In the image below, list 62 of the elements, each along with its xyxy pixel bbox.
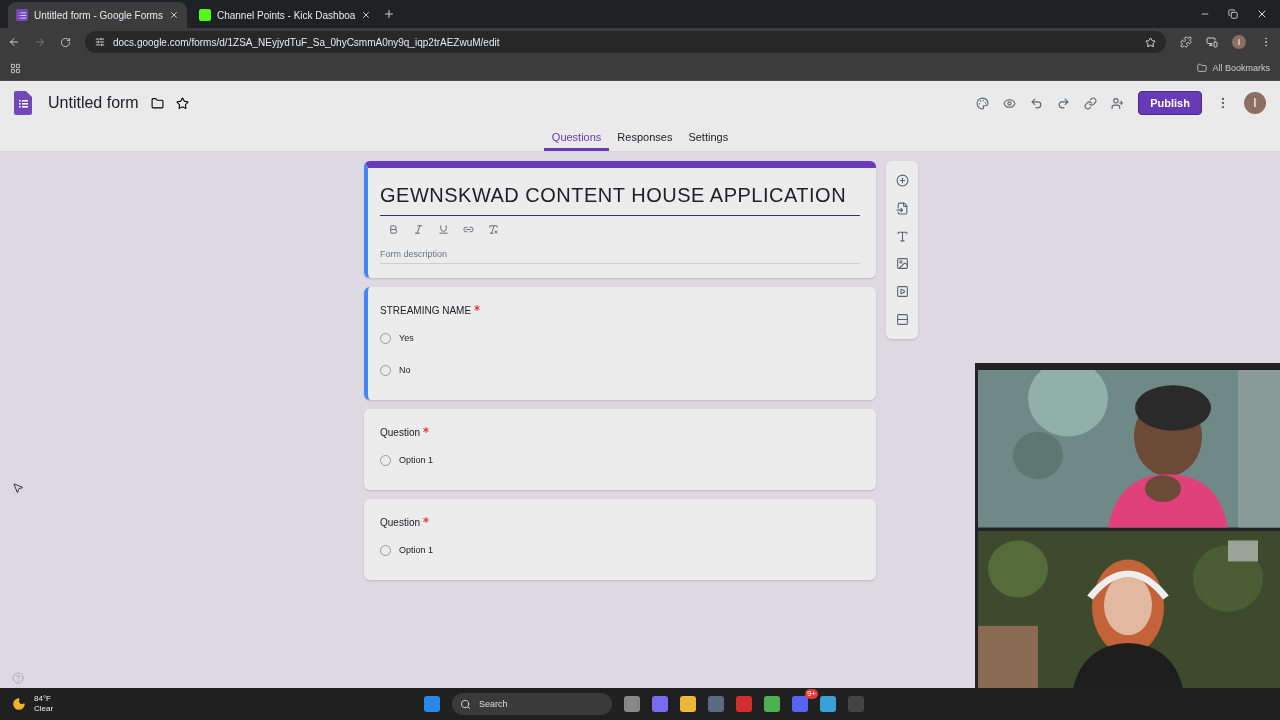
browser-tab[interactable]: Channel Points - Kick Dashboa [190, 2, 380, 28]
form-tab[interactable]: Settings [680, 125, 737, 151]
option-label: Yes [399, 333, 414, 343]
question-title: STREAMING NAME [380, 305, 472, 316]
link-icon[interactable] [463, 224, 474, 235]
new-tab-icon[interactable] [383, 8, 396, 20]
import-icon[interactable] [895, 202, 909, 215]
form-name[interactable]: Untitled form [48, 94, 139, 112]
section-icon[interactable] [895, 312, 909, 326]
question-card[interactable]: STREAMING NAME Yes No [364, 287, 876, 400]
add-icon[interactable] [895, 174, 909, 188]
forms-logo-icon [14, 91, 32, 115]
question-card[interactable]: Question Option 1 [364, 409, 876, 490]
question-title: Question [380, 427, 421, 438]
publish-button[interactable]: Publish [1138, 91, 1202, 115]
profile-avatar[interactable]: I [1232, 35, 1246, 49]
question-card[interactable]: Question Option 1 [364, 499, 876, 580]
clear-formatting-icon[interactable] [488, 224, 499, 235]
undo-icon[interactable] [1030, 96, 1043, 110]
option-label: Option 1 [399, 545, 434, 555]
form-tab[interactable]: Questions [543, 125, 610, 151]
moon-icon [12, 697, 26, 711]
description-field[interactable]: Form description [380, 243, 860, 264]
temperature: 84°F [34, 694, 52, 704]
bookmark-star-icon[interactable] [1145, 36, 1156, 48]
preview-icon[interactable] [1003, 96, 1016, 110]
italic-icon[interactable] [413, 224, 424, 235]
weather-condition: Clear [34, 704, 54, 714]
close-icon[interactable] [361, 10, 372, 20]
back-icon[interactable] [8, 36, 20, 48]
option-label: No [399, 365, 411, 375]
text-icon[interactable] [895, 229, 909, 243]
taskbar-search[interactable]: Search [452, 693, 612, 715]
add-person-icon[interactable] [1111, 96, 1124, 110]
question-title: Question [380, 517, 421, 528]
notification-badge: 9+ [804, 689, 818, 699]
restore-icon[interactable] [1228, 9, 1238, 19]
close-icon[interactable] [1256, 8, 1268, 20]
star-icon[interactable] [175, 96, 189, 110]
address-bar[interactable]: docs.google.com/forms/d/1ZSA_NEyjydTuF_Sa_0hyCsmmA0ny9q_iqp2trAEZwuM/edit [85, 31, 1166, 53]
link-icon[interactable] [1084, 96, 1097, 110]
site-settings-icon[interactable] [95, 37, 105, 47]
list-icon [16, 9, 28, 21]
screen-search-icon[interactable] [1206, 36, 1218, 48]
apps-icon[interactable] [10, 62, 21, 74]
account-avatar[interactable]: I [1244, 92, 1266, 114]
close-icon[interactable] [168, 10, 179, 20]
cursor-icon [12, 482, 24, 494]
redo-icon[interactable] [1057, 96, 1070, 110]
palette-icon[interactable] [976, 96, 989, 110]
browser-tab[interactable]: Untitled form - Google Forms [8, 2, 187, 28]
search-icon [460, 698, 471, 710]
form-title[interactable]: GEWNSKWAD CONTENT HOUSE APPLICATION [380, 184, 860, 216]
image-icon[interactable] [895, 257, 909, 271]
underline-icon[interactable] [438, 224, 449, 235]
bold-icon[interactable] [388, 224, 399, 235]
option-label: Option 1 [399, 455, 434, 465]
all-bookmarks[interactable]: All Bookmarks [1197, 63, 1270, 73]
reload-icon[interactable] [60, 36, 71, 48]
extensions-icon[interactable] [1180, 36, 1192, 48]
video-icon[interactable] [895, 284, 909, 298]
form-tab[interactable]: Responses [609, 125, 681, 151]
